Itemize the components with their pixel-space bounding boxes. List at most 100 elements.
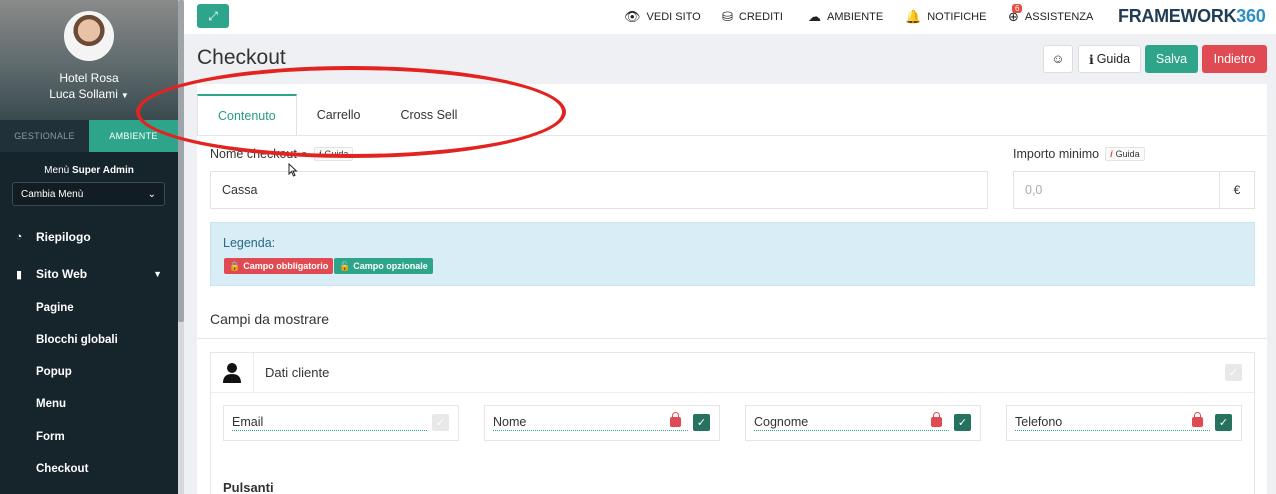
unlock-icon: 🔓 — [339, 260, 351, 271]
info-icon: i — [1110, 149, 1113, 159]
tab-ambiente[interactable]: AMBIENTE — [89, 120, 178, 152]
lock-icon — [931, 412, 942, 427]
section-title: Campi da mostrare — [210, 311, 330, 327]
field-cognome: Cognome ✓ — [745, 405, 981, 441]
optional-badge-label: Campo opzionale — [353, 261, 428, 271]
topbar-link-label: VEDI SITO — [646, 11, 701, 23]
sidebar-subitem-menu[interactable]: Menu — [36, 398, 66, 410]
importo-minimo-label: Importo minimo i Guida — [1013, 147, 1145, 161]
required-badge: 🔒 Campo obbligatorio — [224, 258, 334, 274]
tab-contenuto[interactable]: Contenuto — [197, 94, 297, 136]
tab-cross-sell[interactable]: Cross Sell — [380, 94, 477, 136]
lock-icon: 🔒 — [229, 260, 241, 271]
topbar-link-label: AMBIENTE — [827, 11, 884, 23]
guida-button-label: Guida — [1096, 52, 1131, 66]
topbar-vedi-sito[interactable]: 👁 VEDI SITO — [624, 9, 701, 25]
group-checkbox[interactable]: ✓ — [1225, 364, 1242, 381]
lock-icon — [1192, 412, 1203, 427]
importo-minimo-input[interactable]: 0,0 — [1013, 171, 1220, 209]
guida-mini-button[interactable]: i Guida — [1105, 147, 1145, 161]
eye-icon: 👁 — [624, 9, 641, 24]
sidebar-item-riepilogo[interactable]: ◔ Riepilogo — [0, 224, 178, 250]
importo-minimo-label-text: Importo minimo — [1013, 147, 1100, 161]
field-label: Nome — [493, 415, 688, 431]
topbar: ⤢ 👁 VEDI SITO ⛁ CREDITI ☁ AMBIENTE 🔔 NOTIFIC… — [184, 0, 1276, 34]
file-icon: ▮ — [15, 268, 23, 281]
support-icon: ⊕ 6 — [1008, 4, 1023, 25]
nome-checkout-label-text: Nome checkout — [210, 147, 297, 161]
field-checkbox[interactable]: ✓ — [693, 414, 710, 431]
menu-label-prefix: Menù — [44, 165, 70, 176]
sidebar-item-label: Sito Web — [36, 267, 88, 281]
cloud-icon: ☁ — [808, 9, 821, 24]
field-label: Telefono — [1015, 415, 1210, 431]
topbar-notifiche[interactable]: 🔔 NOTIFICHE — [905, 9, 986, 25]
field-label: Email — [232, 415, 427, 431]
field-checkbox[interactable]: ✓ — [954, 414, 971, 431]
avatar[interactable] — [64, 11, 114, 61]
notification-badge: 6 — [1012, 4, 1023, 13]
coins-icon: ⛁ — [722, 9, 733, 24]
guida-button[interactable]: ℹ Guida — [1078, 45, 1141, 73]
field-telefono: Telefono ✓ — [1006, 405, 1242, 441]
sidebar-subitem-form[interactable]: Form — [36, 431, 65, 443]
guida-mini-button[interactable]: i Guida — [313, 147, 354, 161]
chevron-down-icon: ⌄ — [147, 188, 156, 200]
scrollbar-thumb[interactable] — [178, 0, 184, 322]
optional-badge: 🔓 Campo opzionale — [334, 258, 433, 274]
tab-gestionale[interactable]: GESTIONALE — [0, 120, 89, 152]
tab-carrello[interactable]: Carrello — [297, 94, 381, 136]
field-nome: Nome ✓ — [484, 405, 720, 441]
sidebar-item-sito-web[interactable]: ▮ Sito Web ▼ — [0, 261, 178, 287]
section-divider — [197, 338, 1267, 339]
tab-divider — [197, 135, 1267, 136]
sidebar-subitem-pagine[interactable]: Pagine — [36, 302, 74, 314]
back-button[interactable]: Indietro — [1202, 45, 1267, 73]
field-checkbox[interactable]: ✓ — [432, 414, 449, 431]
menu-label: Menù Super Admin — [0, 165, 178, 176]
group-header: Dati cliente ✓ — [211, 353, 1254, 393]
sidebar-subitem-checkout[interactable]: Checkout — [36, 463, 88, 475]
topbar-link-label: NOTIFICHE — [927, 11, 987, 23]
sidebar-tabs: GESTIONALE AMBIENTE — [0, 120, 178, 152]
topbar-ambiente[interactable]: ☁ AMBIENTE — [808, 9, 883, 25]
legend-title: Legenda: — [223, 236, 276, 250]
user-name: Luca Sollami — [49, 87, 118, 101]
nome-checkout-input[interactable]: Cassa — [210, 171, 988, 209]
topbar-assistenza[interactable]: ⊕ 6 ASSISTENZA — [1008, 4, 1094, 25]
emoji-button[interactable]: ☺ — [1043, 45, 1073, 73]
user-menu[interactable]: Luca Sollami ▼ — [0, 87, 178, 101]
user-icon — [211, 353, 254, 393]
guida-mini-label: Guida — [1115, 149, 1140, 159]
menu-select[interactable]: Cambia Menù ⌄ — [12, 182, 165, 206]
field-label: Cognome — [754, 415, 949, 431]
brand-text: FRAMEWORK — [1118, 6, 1237, 26]
legend-box: Legenda: 🔒 Campo obbligatorio 🔓 Campo opzi… — [210, 222, 1255, 286]
menu-label-role: Super Admin — [71, 165, 134, 176]
sidebar-subitem-blocchi-globali[interactable]: Blocchi globali — [36, 334, 118, 346]
smile-icon: ☺ — [1051, 52, 1065, 66]
required-badge-label: Campo obbligatorio — [243, 261, 329, 271]
expand-button[interactable]: ⤢ — [197, 4, 229, 28]
field-checkbox[interactable]: ✓ — [1215, 414, 1232, 431]
lock-icon — [670, 412, 681, 427]
topbar-link-label: ASSISTENZA — [1024, 11, 1094, 23]
sidebar-scrollbar[interactable] — [178, 0, 184, 494]
caret-down-icon: ▼ — [120, 91, 129, 100]
save-button[interactable]: Salva — [1145, 45, 1198, 73]
bell-icon: 🔔 — [905, 9, 922, 24]
page-title: Checkout — [197, 46, 286, 69]
brand-number: 360 — [1236, 6, 1266, 26]
group-title: Dati cliente — [265, 365, 330, 380]
topbar-crediti[interactable]: ⛁ CREDITI — [722, 9, 783, 25]
guida-mini-label: Guida — [324, 149, 349, 159]
sidebar-item-label: Riepilogo — [36, 230, 91, 244]
pulsanti-title: Pulsanti — [223, 480, 274, 494]
brand-logo: FRAMEWORK360 — [1118, 6, 1266, 27]
profile-area: Hotel Rosa Luca Sollami ▼ — [0, 0, 184, 120]
sidebar-subitem-popup[interactable]: Popup — [36, 366, 72, 378]
sidebar: Hotel Rosa Luca Sollami ▼ GESTIONALE AMBI… — [0, 0, 184, 494]
info-icon: i — [318, 149, 322, 159]
chevron-down-icon: ▼ — [153, 269, 162, 279]
menu-select-value: Cambia Menù — [21, 188, 84, 200]
